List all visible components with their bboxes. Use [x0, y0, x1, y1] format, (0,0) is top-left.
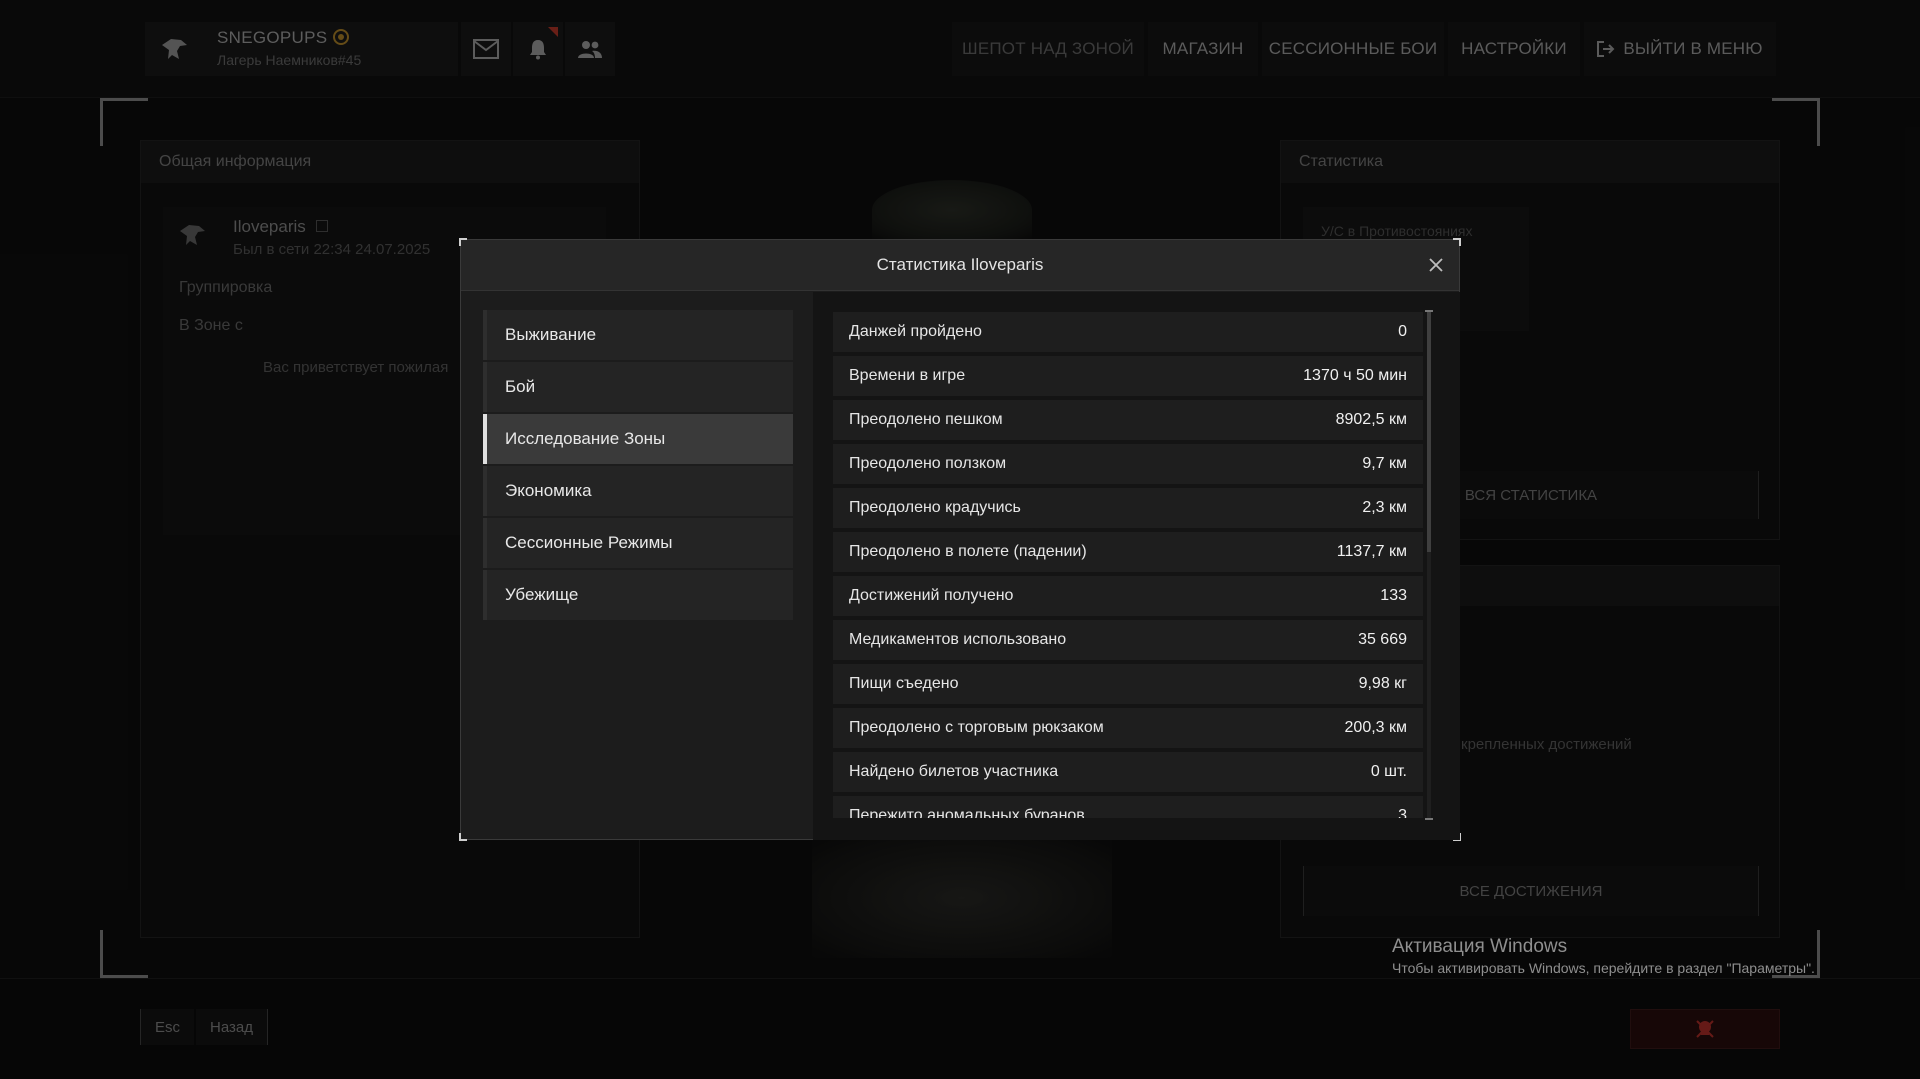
stats-area: Данжей пройдено 0 Времени в игре 1370 ч 50…	[813, 292, 1460, 840]
stats-list[interactable]: Данжей пройдено 0 Времени в игре 1370 ч 50…	[833, 312, 1423, 818]
stat-row: Преодолено ползком 9,7 км	[833, 444, 1423, 484]
stat-label: Преодолено пешком	[849, 411, 1003, 428]
stat-row: Пищи съедено 9,98 кг	[833, 664, 1423, 704]
category-list: Выживание Бой Исследование Зоны Экономик…	[483, 310, 793, 622]
stat-value: 1137,7 км	[1336, 543, 1407, 560]
stat-value: 0 шт.	[1370, 763, 1407, 780]
stat-label: Времени в игре	[849, 367, 966, 384]
stats-scrollbar[interactable]	[1425, 310, 1433, 820]
stat-label: Достижений получено	[849, 587, 1014, 604]
category-zone-exploration[interactable]: Исследование Зоны	[483, 414, 793, 464]
windows-activation-watermark: Активация Windows Чтобы активировать Win…	[1392, 936, 1815, 976]
stat-row: Пережито аномальных буранов 3	[833, 796, 1423, 818]
stat-label: Пищи съедено	[849, 675, 959, 692]
stat-label: Преодолено крадучись	[849, 499, 1021, 516]
stat-value: 3	[1398, 807, 1407, 818]
stat-row: Данжей пройдено 0	[833, 312, 1423, 352]
stat-value: 1370 ч 50 мин	[1303, 367, 1407, 384]
stat-row: Преодолено в полете (падении) 1137,7 км	[833, 532, 1423, 572]
stat-label: Медикаментов использовано	[849, 631, 1067, 648]
stat-value: 8902,5 км	[1335, 411, 1407, 428]
close-icon[interactable]	[1427, 256, 1445, 274]
stat-row: Преодолено крадучись 2,3 км	[833, 488, 1423, 528]
stat-row: Преодолено пешком 8902,5 км	[833, 400, 1423, 440]
stat-value: 2,3 км	[1362, 499, 1407, 516]
category-shelter[interactable]: Убежище	[483, 570, 793, 620]
stat-row: Медикаментов использовано 35 669	[833, 620, 1423, 660]
modal-header: Статистика Iloveparis	[461, 240, 1459, 291]
stat-value: 9,7 км	[1362, 455, 1407, 472]
category-survival[interactable]: Выживание	[483, 310, 793, 360]
scrollbar-thumb[interactable]	[1427, 312, 1431, 552]
stat-row: Найдено билетов участника 0 шт.	[833, 752, 1423, 792]
stat-value: 200,3 км	[1344, 719, 1407, 736]
stat-row: Преодолено с торговым рюкзаком 200,3 км	[833, 708, 1423, 748]
stat-label: Преодолено в полете (падении)	[849, 543, 1087, 560]
category-session-modes[interactable]: Сессионные Режимы	[483, 518, 793, 568]
scrollbar-cap	[1425, 818, 1433, 820]
modal-title: Статистика Iloveparis	[876, 255, 1044, 274]
stat-label: Преодолено с торговым рюкзаком	[849, 719, 1104, 736]
stat-label: Преодолено ползком	[849, 455, 1007, 472]
stat-row: Времени в игре 1370 ч 50 мин	[833, 356, 1423, 396]
watermark-subtitle: Чтобы активировать Windows, перейдите в …	[1392, 960, 1815, 976]
category-economy[interactable]: Экономика	[483, 466, 793, 516]
stat-value: 35 669	[1358, 631, 1407, 648]
category-combat[interactable]: Бой	[483, 362, 793, 412]
watermark-title: Активация Windows	[1392, 936, 1568, 957]
stat-label: Пережито аномальных буранов	[849, 807, 1085, 818]
player-stats-modal: Статистика Iloveparis Выживание Бой Иссл…	[459, 238, 1461, 841]
stat-label: Данжей пройдено	[849, 323, 982, 340]
stat-value: 9,98 кг	[1358, 675, 1407, 692]
modal-corner	[459, 833, 467, 841]
stat-value: 0	[1398, 323, 1407, 340]
stat-label: Найдено билетов участника	[849, 763, 1059, 780]
stat-row: Достижений получено 133	[833, 576, 1423, 616]
stat-value: 133	[1380, 587, 1407, 604]
